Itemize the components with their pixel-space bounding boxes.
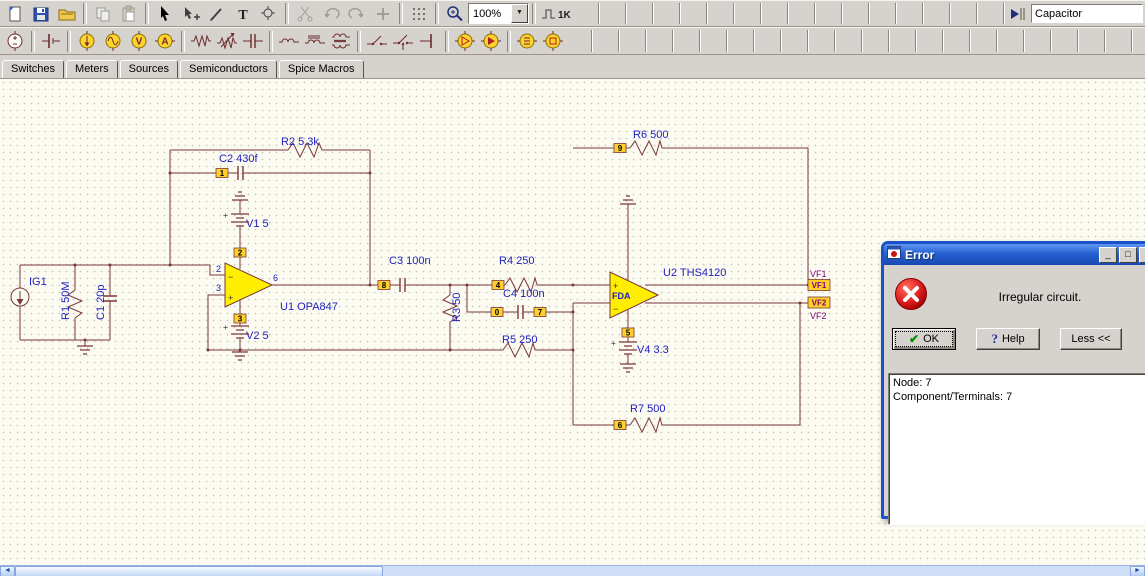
label-r7: R7 500 xyxy=(630,403,665,415)
ok-button-label: OK xyxy=(923,333,939,345)
help-button[interactable]: ? Help xyxy=(976,328,1040,350)
check-icon: ✔ xyxy=(909,332,920,346)
label-r1: R1 50M xyxy=(60,281,72,320)
error-details-panel: Node: 7 Component/Terminals: 7 xyxy=(888,373,1145,525)
svg-text:7: 7 xyxy=(538,308,543,317)
component-ig1[interactable]: IG1 xyxy=(10,276,47,307)
ground-symbols xyxy=(77,191,636,373)
scrollbar-thumb[interactable] xyxy=(15,566,383,576)
label-c1: C1 20p xyxy=(95,285,107,320)
svg-text:−: − xyxy=(613,304,618,314)
svg-text:+: + xyxy=(613,281,618,291)
error-dialog-titlebar[interactable]: Error _ □ × xyxy=(884,244,1145,265)
svg-text:8: 8 xyxy=(382,281,387,290)
svg-text:5: 5 xyxy=(626,329,631,338)
component-u1-opamp[interactable]: 2 3 6 − + xyxy=(216,262,278,308)
node-label-8[interactable]: 8 xyxy=(377,280,391,291)
error-detail-node: Node: 7 xyxy=(893,377,932,389)
error-icon xyxy=(894,277,928,316)
label-u1: U1 OPA847 xyxy=(280,301,338,313)
svg-text:−: − xyxy=(228,272,233,282)
node-label-6[interactable]: 6 xyxy=(613,420,627,431)
question-icon: ? xyxy=(991,331,998,346)
node-label-2[interactable]: 2 xyxy=(233,247,247,258)
svg-text:2: 2 xyxy=(238,249,243,258)
scroll-right-icon[interactable]: ► xyxy=(1130,566,1145,576)
svg-text:0: 0 xyxy=(495,308,500,317)
less-button-label: Less << xyxy=(1071,333,1111,345)
svg-text:VF1: VF1 xyxy=(810,269,827,279)
component-u2-fda[interactable]: FDA + − xyxy=(609,271,660,319)
label-v4: V4 3.3 xyxy=(637,344,669,356)
node-label-7[interactable]: 7 xyxy=(533,307,547,318)
label-r3: R3 50 xyxy=(451,293,463,322)
battery-plates[interactable] xyxy=(231,213,637,355)
circuit-wires[interactable] xyxy=(19,147,809,426)
v2-plus-sign: + xyxy=(223,323,228,332)
label-c3: C3 100n xyxy=(389,255,431,267)
svg-text:VF2: VF2 xyxy=(812,299,827,308)
less-button[interactable]: Less << xyxy=(1060,328,1122,350)
error-dialog: Error _ □ × Irregular circuit. ✔ OK xyxy=(881,241,1145,525)
svg-text:IG1: IG1 xyxy=(29,276,47,288)
node-label-5[interactable]: 5 xyxy=(621,327,635,338)
output-pin-vf1[interactable]: VF1 VF1 xyxy=(807,269,831,291)
error-dialog-title: Error xyxy=(905,247,935,262)
error-detail-terminals: Component/Terminals: 7 xyxy=(893,391,1013,403)
svg-text:2: 2 xyxy=(216,264,221,274)
help-button-label: Help xyxy=(1001,333,1025,345)
label-v1: V1 5 xyxy=(246,218,269,230)
label-v2: V2 5 xyxy=(246,330,269,342)
v4-plus-sign: + xyxy=(611,339,616,348)
node-label-4[interactable]: 4 xyxy=(491,280,505,291)
label-c4: C4 100n xyxy=(503,288,545,300)
label-u2: U2 THS4120 xyxy=(663,267,726,279)
node-label-1[interactable]: 1 xyxy=(215,168,229,179)
junction-dots xyxy=(73,171,810,352)
svg-text:VF1: VF1 xyxy=(812,281,827,290)
horizontal-scrollbar[interactable]: ◄ ► xyxy=(0,565,1145,576)
svg-text:9: 9 xyxy=(618,144,623,153)
label-r2: R2 5.3k xyxy=(281,136,319,148)
scroll-left-icon[interactable]: ◄ xyxy=(0,566,15,576)
error-dialog-icon xyxy=(887,245,901,264)
svg-text:+: + xyxy=(228,293,233,303)
svg-text:6: 6 xyxy=(273,273,278,283)
error-dialog-body: Irregular circuit. ✔ OK ? Help Less << N… xyxy=(884,265,1145,525)
v1-plus-sign: + xyxy=(223,211,228,220)
output-pin-vf2[interactable]: VF2 VF2 xyxy=(807,296,831,321)
label-c2: C2 430f xyxy=(219,153,258,165)
svg-text:3: 3 xyxy=(216,283,221,293)
svg-text:1: 1 xyxy=(220,169,225,178)
label-r5: R5 250 xyxy=(502,334,537,346)
svg-text:6: 6 xyxy=(618,421,623,430)
application-window: T 100% ▼ 1K Capacitor V A Switches Meter… xyxy=(0,0,1145,576)
node-label-0[interactable]: 0 xyxy=(490,307,504,318)
close-button[interactable]: × xyxy=(1139,246,1145,263)
svg-text:3: 3 xyxy=(238,315,243,324)
minimize-button[interactable]: _ xyxy=(1099,246,1117,263)
node-label-3[interactable]: 3 xyxy=(233,313,247,324)
ok-button[interactable]: ✔ OK xyxy=(892,328,956,350)
error-message: Irregular circuit. xyxy=(998,289,1082,304)
svg-text:FDA: FDA xyxy=(612,291,631,301)
label-r4: R4 250 xyxy=(499,255,534,267)
svg-text:VF2: VF2 xyxy=(810,311,827,321)
node-label-9[interactable]: 9 xyxy=(613,143,627,154)
maximize-button[interactable]: □ xyxy=(1119,246,1137,263)
svg-text:4: 4 xyxy=(496,281,501,290)
label-r6: R6 500 xyxy=(633,129,668,141)
